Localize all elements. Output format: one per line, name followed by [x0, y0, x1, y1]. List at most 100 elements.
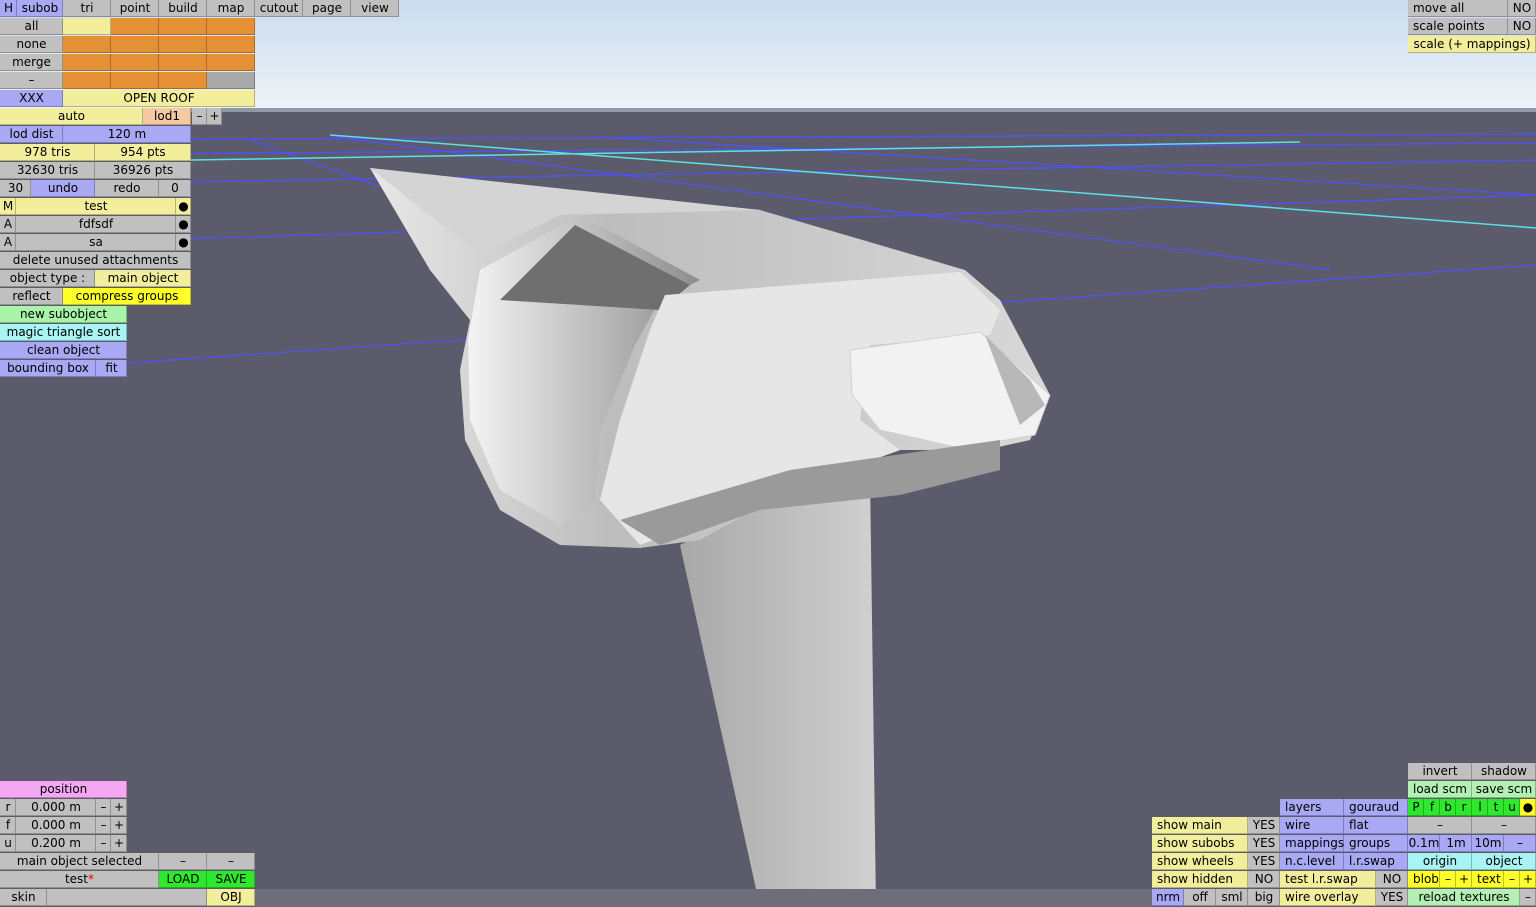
lr-swap-button[interactable]: l.r.swap [1344, 853, 1408, 870]
invert-button[interactable]: invert [1408, 763, 1472, 780]
subob-slot[interactable] [63, 18, 111, 35]
subob-slot-empty[interactable] [207, 72, 255, 89]
tab-build[interactable]: build [159, 0, 207, 17]
blob-plus-button[interactable]: + [1456, 871, 1472, 888]
attachment-name[interactable]: fdfsdf [16, 216, 176, 233]
position-r-plus[interactable]: + [111, 799, 127, 816]
view-t-button[interactable]: t [1488, 799, 1504, 816]
subob-slot[interactable] [111, 72, 159, 89]
shadow-button[interactable]: shadow [1472, 763, 1536, 780]
subob-slot[interactable] [159, 72, 207, 89]
tab-cutout[interactable]: cutout [255, 0, 303, 17]
dash-button[interactable]: – [1408, 817, 1472, 834]
file-name[interactable]: test* [0, 871, 159, 888]
lod-minus-button[interactable]: – [192, 108, 207, 125]
wire-overlay-value[interactable]: YES [1376, 889, 1408, 906]
position-r-minus[interactable]: – [96, 799, 111, 816]
move-all-label[interactable]: move all [1408, 0, 1508, 17]
tab-subob[interactable]: subob [17, 0, 63, 17]
show-hidden-label[interactable]: show hidden [1152, 871, 1248, 888]
attachment-dot-icon[interactable]: ● [176, 234, 191, 251]
h-toggle[interactable]: H [0, 0, 17, 17]
mappings-button[interactable]: mappings [1280, 835, 1344, 852]
skin-field[interactable] [47, 889, 207, 906]
lod-level[interactable]: lod1 [143, 108, 191, 125]
select-none-button[interactable]: none [0, 36, 63, 53]
subob-slot[interactable] [63, 36, 111, 53]
load-button[interactable]: LOAD [159, 871, 207, 888]
xxx-button[interactable]: XXX [0, 90, 63, 107]
position-f-value[interactable]: 0.000 m [16, 817, 96, 834]
attachment-name[interactable]: sa [16, 234, 176, 251]
lod-plus-button[interactable]: + [207, 108, 222, 125]
tab-point[interactable]: point [111, 0, 159, 17]
clean-object-button[interactable]: clean object [0, 342, 127, 359]
magic-triangle-sort-button[interactable]: magic triangle sort [0, 324, 127, 341]
gouraud-button[interactable]: gouraud [1344, 799, 1408, 816]
size-off-button[interactable]: off [1184, 889, 1216, 906]
position-r-value[interactable]: 0.000 m [16, 799, 96, 816]
text-plus-button[interactable]: + [1520, 871, 1536, 888]
wire-overlay-label[interactable]: wire overlay [1280, 889, 1376, 906]
show-hidden-value[interactable]: NO [1248, 871, 1280, 888]
load-scm-button[interactable]: load scm [1408, 781, 1472, 798]
flat-button[interactable]: flat [1344, 817, 1408, 834]
new-subobject-button[interactable]: new subobject [0, 306, 127, 323]
subob-slot[interactable] [159, 36, 207, 53]
show-subobs-label[interactable]: show subobs [1152, 835, 1248, 852]
text-button[interactable]: text [1472, 871, 1504, 888]
view-f-button[interactable]: f [1424, 799, 1440, 816]
scale-points-value[interactable]: NO [1508, 18, 1536, 35]
save-scm-button[interactable]: save scm [1472, 781, 1536, 798]
dash-button[interactable]: – [207, 853, 255, 870]
position-u-minus[interactable]: – [96, 835, 111, 852]
scale-points-label[interactable]: scale points [1408, 18, 1508, 35]
scale-mappings-button[interactable]: scale (+ mappings) [1408, 36, 1536, 53]
subob-slot[interactable] [207, 36, 255, 53]
attachment-dot-icon[interactable]: ● [176, 216, 191, 233]
subob-slot[interactable] [207, 54, 255, 71]
lod-dist-value[interactable]: 120 m [63, 126, 191, 143]
size-nrm-button[interactable]: nrm [1152, 889, 1184, 906]
obj-button[interactable]: OBJ [207, 889, 255, 906]
reload-minus-button[interactable]: – [1520, 889, 1536, 906]
position-f-plus[interactable]: + [111, 817, 127, 834]
step-minus-button[interactable]: – [1504, 835, 1536, 852]
fit-button[interactable]: fit [96, 360, 127, 377]
show-main-label[interactable]: show main [1152, 817, 1248, 834]
blob-button[interactable]: blob [1408, 871, 1440, 888]
test-lr-swap-label[interactable]: test l.r.swap [1280, 871, 1376, 888]
size-sml-button[interactable]: sml [1216, 889, 1248, 906]
dash-button[interactable]: – [159, 853, 207, 870]
delete-unused-attachments-button[interactable]: delete unused attachments [0, 252, 191, 269]
select-all-button[interactable]: all [0, 18, 63, 35]
show-wheels-value[interactable]: YES [1248, 853, 1280, 870]
step-10m-button[interactable]: 10m [1472, 835, 1504, 852]
merge-button[interactable]: merge [0, 54, 63, 71]
move-all-value[interactable]: NO [1508, 0, 1536, 17]
view-l-button[interactable]: l [1472, 799, 1488, 816]
remove-button[interactable]: – [0, 72, 63, 89]
tab-page[interactable]: page [303, 0, 351, 17]
reload-textures-button[interactable]: reload textures [1408, 889, 1520, 906]
position-u-value[interactable]: 0.200 m [16, 835, 96, 852]
view-b-button[interactable]: b [1440, 799, 1456, 816]
nc-level-button[interactable]: n.c.level [1280, 853, 1344, 870]
reflect-button[interactable]: reflect [0, 288, 63, 305]
subob-slot[interactable] [63, 72, 111, 89]
tab-tri[interactable]: tri [63, 0, 111, 17]
view-r-button[interactable]: r [1456, 799, 1472, 816]
step-0-1m-button[interactable]: 0.1m [1408, 835, 1440, 852]
position-f-minus[interactable]: – [96, 817, 111, 834]
text-minus-button[interactable]: – [1504, 871, 1520, 888]
lod-auto-button[interactable]: auto [0, 108, 143, 125]
view-p-button[interactable]: P [1408, 799, 1424, 816]
blob-minus-button[interactable]: – [1440, 871, 1456, 888]
subob-slot[interactable] [159, 18, 207, 35]
save-button[interactable]: SAVE [207, 871, 255, 888]
subob-slot[interactable] [111, 36, 159, 53]
undo-button[interactable]: undo [31, 180, 95, 197]
step-1m-button[interactable]: 1m [1440, 835, 1472, 852]
view-u-button[interactable]: u [1504, 799, 1520, 816]
test-lr-swap-value[interactable]: NO [1376, 871, 1408, 888]
